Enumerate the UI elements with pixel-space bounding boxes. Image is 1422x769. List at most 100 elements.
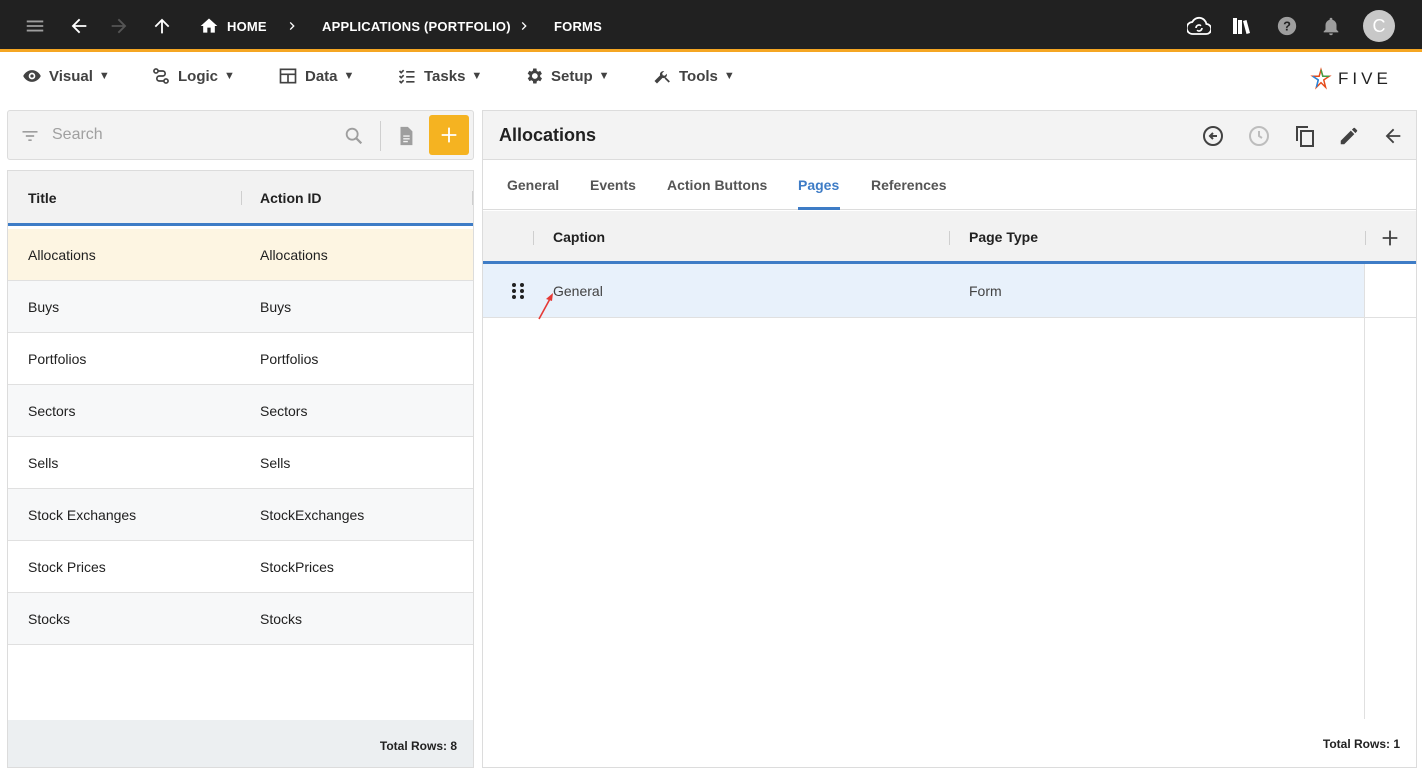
list-item-action-id: Sells	[260, 455, 291, 471]
five-logo-text: FIVE	[1338, 69, 1392, 88]
column-separator	[472, 191, 473, 205]
tab-bar: General Events Action Buttons Pages Refe…	[483, 160, 1416, 210]
home-icon	[199, 16, 219, 36]
list-item-action-id: Stocks	[260, 611, 303, 627]
search-icon[interactable]	[343, 125, 365, 152]
list-item-title: Portfolios	[28, 351, 87, 367]
list-item[interactable]: Allocations Allocations	[8, 229, 473, 281]
column-separator	[1365, 231, 1366, 245]
tab-references[interactable]: References	[871, 177, 947, 193]
breadcrumb-applications[interactable]: APPLICATIONS (PORTFOLIO)	[322, 0, 511, 52]
user-avatar-button[interactable]: C	[1363, 0, 1395, 52]
tab-events[interactable]: Events	[590, 177, 636, 193]
pages-grid-header: Caption Page Type	[483, 211, 1416, 264]
row-page-type: Form	[969, 283, 1002, 299]
plus-icon	[441, 127, 457, 143]
total-rows-label: Total Rows: 1	[1322, 737, 1400, 751]
checklist-icon	[398, 69, 415, 84]
search-input[interactable]: Search	[52, 126, 103, 144]
document-icon[interactable]	[395, 124, 417, 153]
eye-icon	[23, 70, 41, 82]
menu-data-label: Data	[305, 67, 338, 85]
add-page-button[interactable]	[1379, 227, 1401, 254]
list-item[interactable]: Stock Exchanges StockExchanges	[8, 489, 473, 541]
chevron-right-icon	[284, 0, 300, 52]
caret-down-icon: ▼	[224, 70, 235, 82]
list-item-action-id: Portfolios	[260, 351, 319, 367]
menu-logic-label: Logic	[178, 67, 218, 85]
menu-data[interactable]: Data ▼	[278, 61, 354, 91]
logic-icon	[153, 68, 169, 84]
caret-down-icon: ▼	[723, 70, 735, 82]
history-back-icon[interactable]	[1200, 123, 1226, 149]
column-header-caption[interactable]: Caption	[553, 229, 605, 245]
notification-bell-icon[interactable]	[1320, 0, 1342, 52]
back-arrow-icon[interactable]	[68, 0, 90, 52]
menu-bar: Visual ▼ Logic ▼ Data ▼ Tasks ▼ Setup ▼ …	[0, 55, 1422, 105]
menu-tasks-label: Tasks	[424, 67, 466, 85]
list-item[interactable]: Sectors Sectors	[8, 385, 473, 437]
list-item-title: Allocations	[28, 247, 96, 263]
list-item[interactable]: Stock Prices StockPrices	[8, 541, 473, 593]
menu-setup-label: Setup	[551, 67, 593, 85]
back-arrow-icon[interactable]	[1380, 123, 1406, 149]
edit-pencil-icon[interactable]	[1336, 123, 1362, 149]
copy-icon[interactable]	[1292, 123, 1318, 149]
table-row[interactable]: General Form	[483, 264, 1416, 320]
cloud-sync-icon[interactable]	[1187, 0, 1211, 52]
list-header: Title Action ID	[8, 171, 473, 226]
active-tab-indicator	[798, 207, 840, 210]
avatar: C	[1363, 10, 1395, 42]
tab-action-buttons[interactable]: Action Buttons	[667, 177, 767, 193]
total-rows-label: Total Rows: 8	[379, 739, 457, 753]
tools-icon	[654, 71, 670, 84]
grid-action-column-border	[1364, 264, 1365, 719]
row-selection-highlight	[483, 264, 1364, 317]
menu-tools[interactable]: Tools ▼	[652, 61, 735, 91]
up-arrow-icon[interactable]	[151, 0, 173, 52]
column-separator	[533, 231, 534, 245]
tab-pages[interactable]: Pages	[798, 177, 839, 193]
breadcrumb-home-label: HOME	[227, 18, 267, 34]
list-item[interactable]: Stocks Stocks	[8, 593, 473, 645]
menu-tasks[interactable]: Tasks ▼	[397, 61, 482, 91]
add-record-button[interactable]	[429, 115, 469, 155]
library-icon[interactable]	[1230, 0, 1254, 52]
list-footer: Total Rows: 8	[8, 720, 473, 767]
plus-icon	[1382, 230, 1398, 246]
help-icon[interactable]: ?	[1276, 0, 1298, 52]
list-item[interactable]: Portfolios Portfolios	[8, 333, 473, 385]
menu-tools-label: Tools	[679, 67, 718, 85]
list-item[interactable]: Sells Sells	[8, 437, 473, 489]
list-item-action-id: StockPrices	[260, 559, 334, 575]
column-header-page-type[interactable]: Page Type	[969, 229, 1038, 245]
menu-logic[interactable]: Logic ▼	[151, 61, 235, 91]
caret-down-icon: ▼	[598, 70, 610, 82]
menu-visual[interactable]: Visual ▼	[22, 61, 110, 91]
list-item-title: Sectors	[28, 403, 76, 419]
breadcrumb-home[interactable]: HOME	[199, 0, 267, 52]
menu-icon[interactable]	[24, 0, 46, 52]
history-clock-icon[interactable]	[1246, 123, 1272, 149]
gear-icon	[527, 68, 542, 84]
panel-title: Allocations	[499, 125, 597, 145]
list-item[interactable]: Buys Buys	[8, 281, 473, 333]
list-item-action-id: Allocations	[260, 247, 328, 263]
drag-handle-icon[interactable]	[511, 282, 525, 303]
column-header-title[interactable]: Title	[28, 190, 57, 206]
column-header-action-id[interactable]: Action ID	[260, 190, 321, 206]
list-item-title: Stocks	[28, 611, 71, 627]
row-caption: General	[553, 283, 603, 299]
five-logo-icon	[1310, 67, 1332, 90]
menu-setup[interactable]: Setup ▼	[524, 61, 610, 91]
list-item-action-id: Buys	[260, 299, 292, 315]
list-item-action-id: Sectors	[260, 403, 308, 419]
breadcrumb-forms[interactable]: FORMS	[554, 0, 602, 52]
panel-header: Allocations	[483, 111, 1416, 160]
list-item-title: Buys	[28, 299, 60, 315]
top-bar: HOME APPLICATIONS (PORTFOLIO) FORMS ? C	[0, 0, 1422, 52]
tab-general[interactable]: General	[507, 177, 559, 193]
filter-icon[interactable]	[20, 126, 40, 151]
list-item-title: Stock Exchanges	[28, 507, 137, 523]
forward-arrow-icon[interactable]	[108, 0, 130, 52]
